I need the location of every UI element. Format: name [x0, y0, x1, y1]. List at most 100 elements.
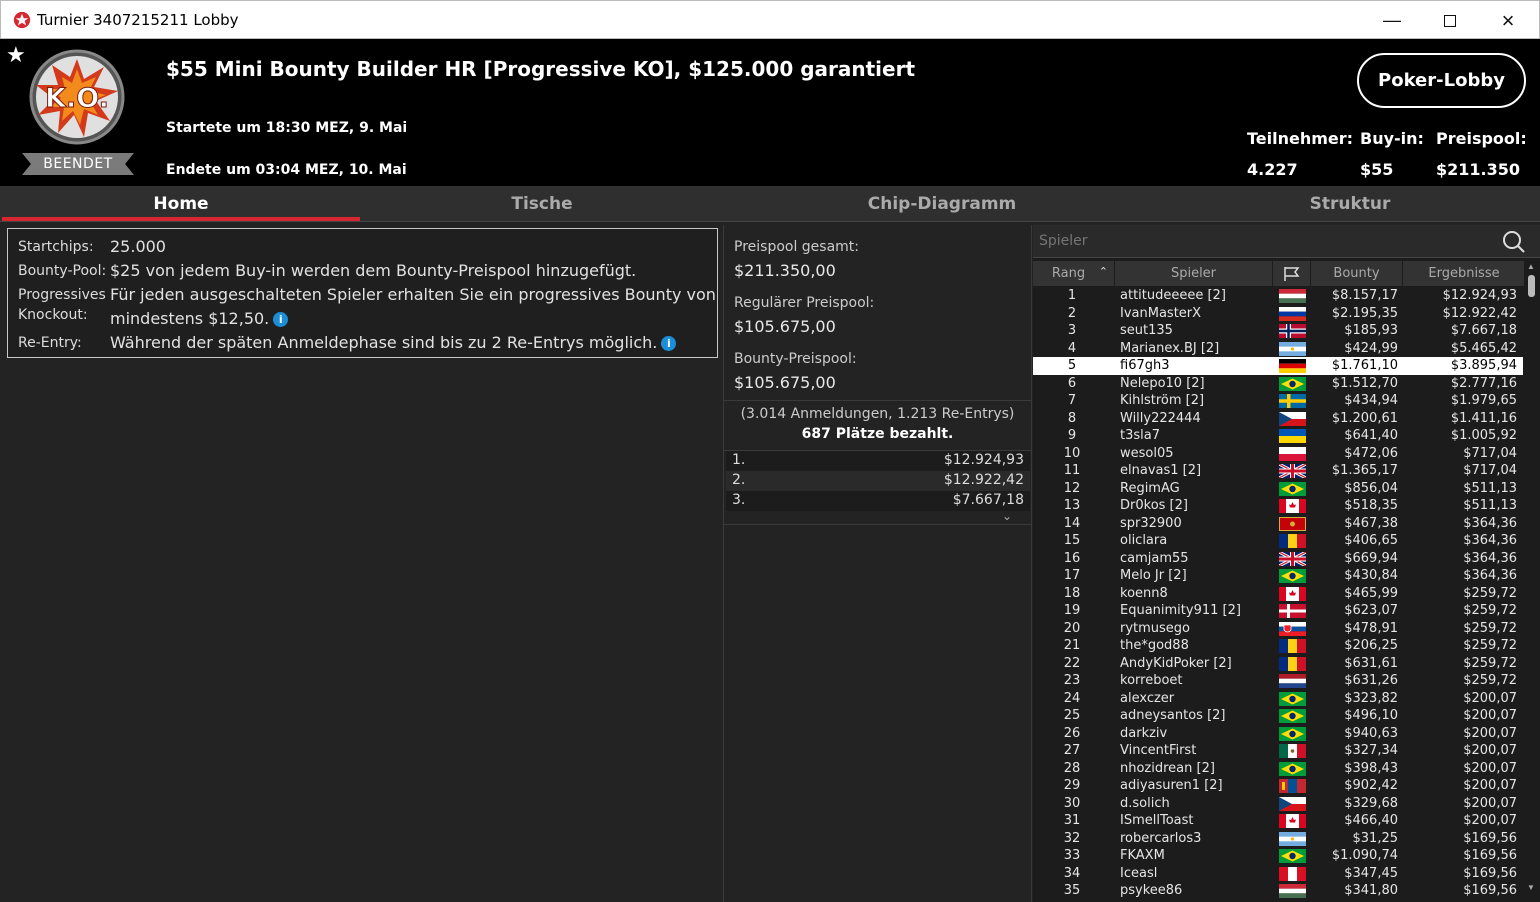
player-bounty: $465,99 — [1344, 585, 1398, 601]
player-result: $3.895,94 — [1450, 358, 1517, 373]
tab-chip-chart[interactable]: Chip-Diagramm — [722, 186, 1162, 222]
player-rank: 10 — [1063, 445, 1081, 461]
player-row[interactable]: 2 IvanMasterX $2.195,35 $12.922,42 — [1033, 305, 1523, 323]
player-row[interactable]: 19 Equanimity911 [2] $623,07 $259,72 — [1033, 602, 1523, 620]
player-row[interactable]: 32 robercarlos3 $31,25 $169,56 — [1033, 830, 1523, 848]
pko-info-icon[interactable]: i — [273, 312, 289, 327]
player-row[interactable]: 13 Dr0kos [2] $518,35 $511,13 — [1033, 497, 1523, 515]
player-row[interactable]: 15 oliclara $406,65 $364,36 — [1033, 532, 1523, 550]
country-flag-icon — [1279, 306, 1306, 321]
player-row[interactable]: 18 koenn8 $465,99 $259,72 — [1033, 585, 1523, 603]
tab-tables[interactable]: Tische — [362, 186, 722, 222]
expand-payouts-chevron-icon[interactable]: ⌄ — [1002, 509, 1012, 523]
player-result: $169,56 — [1463, 848, 1517, 863]
country-flag-icon — [1279, 394, 1306, 408]
player-row[interactable]: 16 camjam55 $669,94 $364,36 — [1033, 550, 1523, 568]
player-rank: 12 — [1063, 480, 1081, 496]
player-row[interactable]: 20 rytmusego $478,91 $259,72 — [1033, 620, 1523, 638]
player-row[interactable]: 34 Iceasl $347,45 $169,56 — [1033, 865, 1523, 883]
player-row[interactable]: 22 AndyKidPoker [2] $631,61 $259,72 — [1033, 655, 1523, 673]
player-name: attitudeeeee [2] — [1120, 288, 1226, 303]
player-result: $259,72 — [1463, 620, 1517, 636]
col-flag[interactable] — [1273, 261, 1311, 286]
player-row[interactable]: 14 spr32900 $467,38 $364,36 — [1033, 515, 1523, 533]
col-player[interactable]: Spieler — [1115, 261, 1273, 286]
player-row[interactable]: 8 Willy222444 $1.200,61 $1.411,16 — [1033, 410, 1523, 428]
player-name: elnavas1 [2] — [1120, 463, 1202, 478]
player-row[interactable]: 5 fi67gh3 $1.761,10 $3.895,94 — [1033, 357, 1523, 375]
player-row[interactable]: 29 adiyasuren1 [2] $902,42 $200,07 — [1033, 777, 1523, 795]
player-bounty: $2.195,35 — [1331, 305, 1398, 321]
payout-row: 1. $12.924,93 — [726, 451, 1030, 471]
player-name: Willy222444 — [1120, 410, 1201, 426]
poker-lobby-button[interactable]: Poker-Lobby — [1357, 53, 1526, 108]
player-row[interactable]: 33 FKAXM $1.090,74 $169,56 — [1033, 847, 1523, 865]
player-row[interactable]: 3 seut135 $185,93 $7.667,18 — [1033, 322, 1523, 340]
player-row[interactable]: 11 elnavas1 [2] $1.365,17 $717,04 — [1033, 462, 1523, 480]
minimize-button[interactable]: — — [1363, 1, 1421, 40]
player-row[interactable]: 30 d.solich $329,68 $200,07 — [1033, 795, 1523, 813]
col-rank[interactable]: Rang ⌃ — [1033, 261, 1115, 286]
close-button[interactable]: × — [1479, 1, 1537, 40]
country-flag-icon — [1279, 814, 1306, 828]
player-bounty: $8.157,17 — [1331, 288, 1398, 303]
country-flag-icon — [1279, 621, 1306, 636]
player-name: korreboet — [1120, 673, 1183, 688]
player-name: camjam55 — [1120, 550, 1189, 566]
pko-value-line1: Für jeden ausgeschalteten Spieler erhalt… — [110, 285, 716, 304]
player-row[interactable]: 21 the*god88 $206,25 $259,72 — [1033, 637, 1523, 655]
player-result: $717,04 — [1463, 445, 1517, 461]
reentry-value: Während der späten Anmeldephase sind bis… — [110, 333, 658, 352]
player-bounty: $206,25 — [1344, 638, 1398, 653]
scroll-down-arrow-icon[interactable]: ▼ — [1527, 883, 1535, 892]
player-row[interactable]: 31 ISmellToast $466,40 $200,07 — [1033, 812, 1523, 830]
payout-amount: $7.667,18 — [952, 492, 1024, 508]
player-rank: 22 — [1063, 655, 1081, 671]
player-row[interactable]: 6 Nelepo10 [2] $1.512,70 $2.777,16 — [1033, 375, 1523, 393]
player-row[interactable]: 25 adneysantos [2] $496,10 $200,07 — [1033, 707, 1523, 725]
favorite-star-icon[interactable]: ★ — [6, 42, 26, 68]
col-bounty[interactable]: Bounty — [1311, 261, 1403, 286]
player-search-input[interactable] — [1039, 230, 1489, 252]
player-name: ISmellToast — [1120, 813, 1194, 828]
player-rank: 13 — [1063, 498, 1081, 513]
reentry-info-icon[interactable]: i — [661, 336, 677, 351]
pko-value-line2-wrap: mindestens $12,50. i — [110, 309, 289, 328]
player-row[interactable]: 17 Melo Jr [2] $430,84 $364,36 — [1033, 567, 1523, 585]
player-row[interactable]: 27 VincentFirst $327,34 $200,07 — [1033, 742, 1523, 760]
tab-structure[interactable]: Struktur — [1162, 186, 1538, 222]
player-row[interactable]: 23 korreboet $631,26 $259,72 — [1033, 672, 1523, 690]
scrollbar-thumb[interactable] — [1528, 275, 1535, 297]
player-row[interactable]: 1 attitudeeeee [2] $8.157,17 $12.924,93 — [1033, 287, 1523, 305]
player-row[interactable]: 26 darkziv $940,63 $200,07 — [1033, 725, 1523, 743]
country-flag-icon — [1279, 744, 1306, 758]
col-results[interactable]: Ergebnisse — [1403, 261, 1525, 286]
country-flag-icon — [1279, 761, 1306, 776]
player-row[interactable]: 4 Marianex.BJ [2] $424,99 $5.465,42 — [1033, 340, 1523, 358]
player-row[interactable]: 9 t3sla7 $641,40 $1.005,92 — [1033, 427, 1523, 445]
player-row[interactable]: 12 RegimAG $856,04 $511,13 — [1033, 480, 1523, 498]
player-bounty: $185,93 — [1344, 323, 1398, 338]
player-bounty: $1.512,70 — [1331, 375, 1398, 391]
player-row[interactable]: 28 nhozidrean [2] $398,43 $200,07 — [1033, 760, 1523, 778]
player-row[interactable]: 7 Kihlström [2] $434,94 $1.979,65 — [1033, 392, 1523, 410]
player-list-scrollbar[interactable]: ▲ ▼ — [1524, 261, 1540, 902]
player-row[interactable]: 24 alexczer $323,82 $200,07 — [1033, 690, 1523, 708]
player-search-bar[interactable] — [1033, 225, 1540, 258]
prize-pool-panel: Preispool gesamt: $211.350,00 Regulärer … — [723, 225, 1032, 902]
payout-place: 3. — [732, 492, 746, 508]
reentry-value-wrap: Während der späten Anmeldephase sind bis… — [110, 333, 677, 352]
player-bounty: $467,38 — [1344, 515, 1398, 531]
player-bounty: $1.761,10 — [1331, 358, 1398, 373]
player-bounty: $434,94 — [1344, 393, 1398, 408]
country-flag-icon — [1279, 604, 1306, 618]
bounty-prizepool-label: Bounty-Preispool: — [734, 351, 857, 367]
maximize-button[interactable] — [1421, 1, 1479, 40]
scroll-up-arrow-icon[interactable]: ▲ — [1527, 262, 1535, 271]
player-row[interactable]: 35 psykee86 $341,80 $169,56 — [1033, 882, 1523, 900]
search-icon[interactable] — [1502, 230, 1526, 254]
player-result: $200,07 — [1463, 760, 1517, 776]
player-row[interactable]: 10 wesol05 $472,06 $717,04 — [1033, 445, 1523, 463]
country-flag-icon — [1279, 359, 1306, 373]
player-result: $200,07 — [1463, 743, 1517, 758]
